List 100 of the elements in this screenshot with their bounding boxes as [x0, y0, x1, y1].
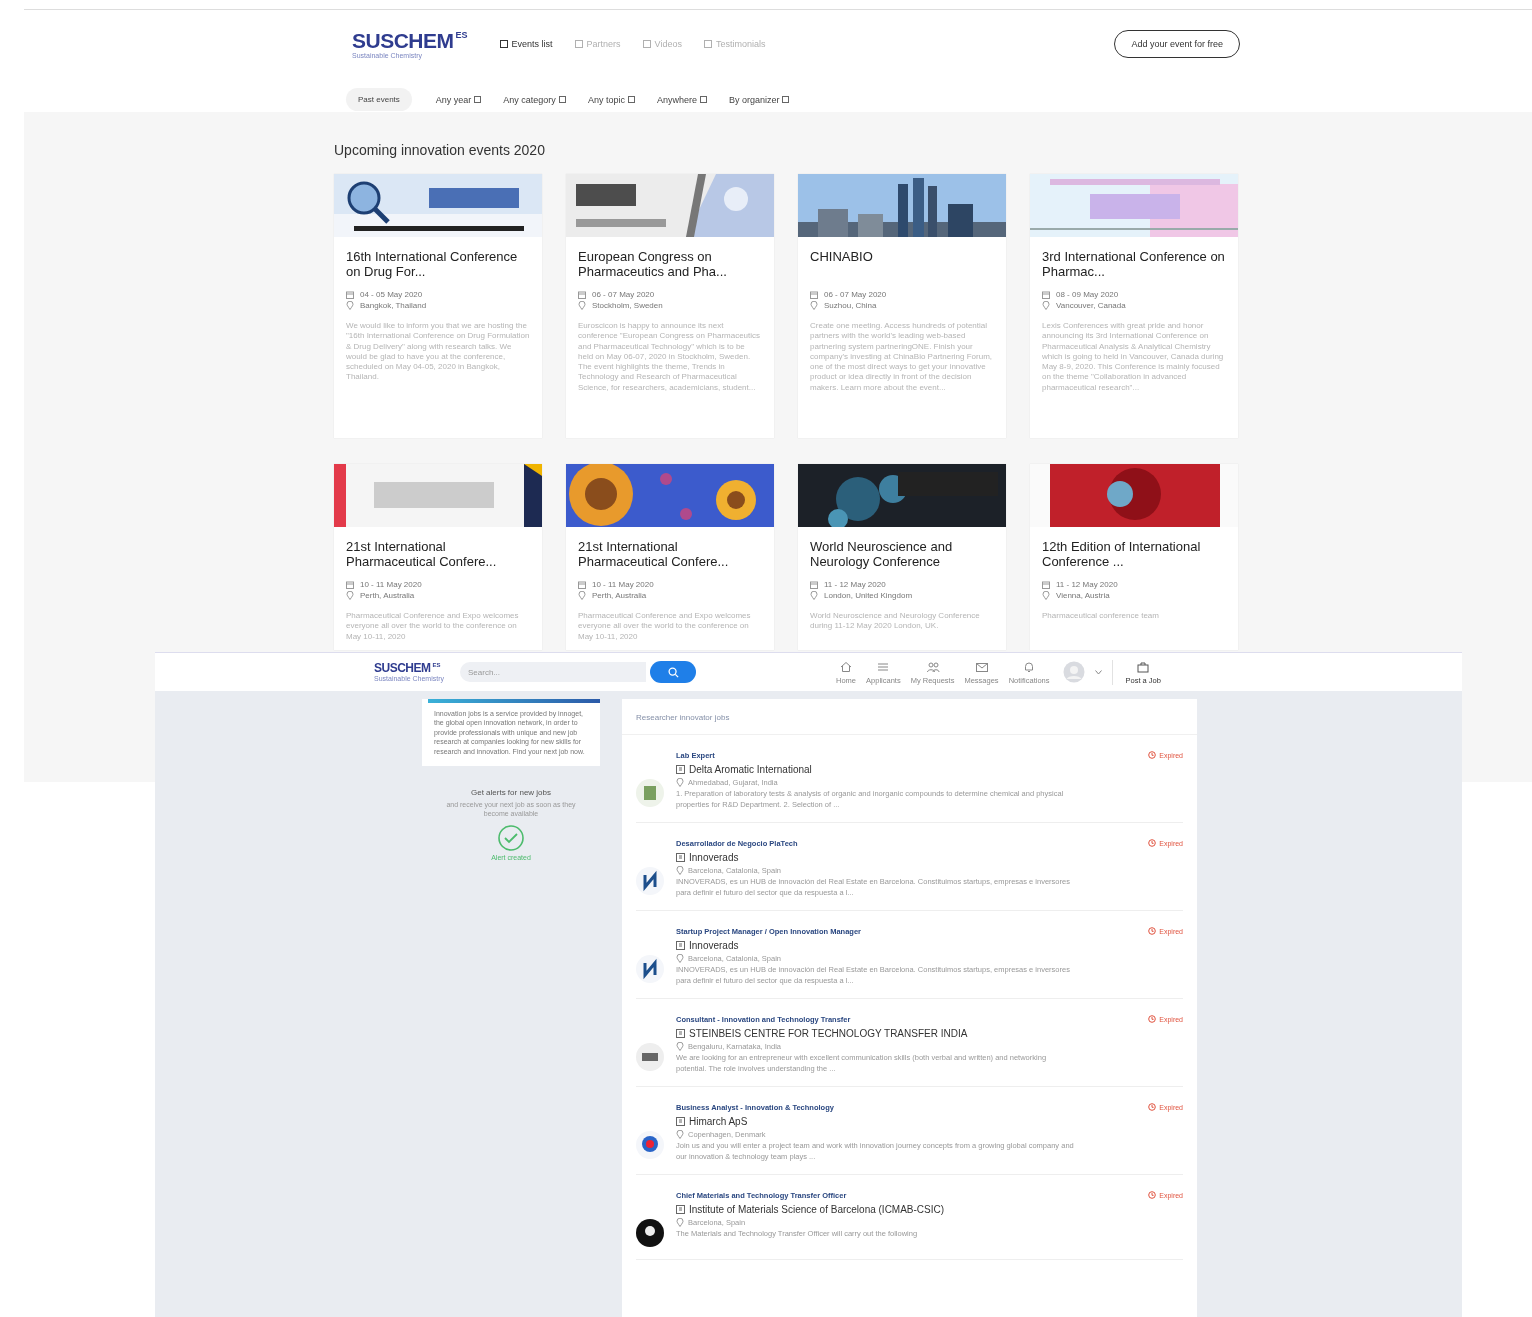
calendar-icon: [346, 580, 354, 589]
event-card[interactable]: 21st International Pharmaceutical Confere... 10 - 11 May 2020 Perth, Australia Pharmaceutical Conference and Expo welcomes everyone all over the world to the conference on May 10-11, 2020: [334, 464, 542, 650]
company-name: Institute of Materials Science of Barcelona (ICMAB-CSIC): [689, 1204, 945, 1215]
pin-icon: [1042, 591, 1050, 600]
filter-pill[interactable]: Past events: [346, 88, 412, 111]
company-name: Innoverads: [689, 852, 739, 863]
event-card[interactable]: [566, 174, 774, 438]
company-name: STEINBEIS CENTRE FOR TECHNOLOGY TRANSFER INDIA: [689, 1028, 968, 1039]
pin-icon: [346, 301, 354, 310]
event-date: 10 - 11 May 2020: [360, 579, 422, 590]
filter-dropdown[interactable]: By organizer: [728, 94, 790, 105]
check-icon: [497, 824, 525, 853]
building-icon: [676, 1029, 685, 1038]
people-icon: [925, 659, 940, 674]
calendar-icon: [1042, 290, 1050, 299]
event-location: Perth, Australia: [592, 590, 647, 601]
dropdown-icon: [474, 96, 482, 103]
company-name: Innoverads: [689, 940, 739, 951]
search-icon: [667, 666, 679, 678]
event-date: 11 - 12 May 2020: [824, 579, 886, 590]
clock-icon: [1148, 839, 1157, 847]
calendar-icon: [578, 580, 586, 589]
event-date: 11 - 12 May 2020: [1056, 579, 1118, 590]
event-title[interactable]: 21st International Pharmaceutical Confere...: [346, 539, 530, 569]
filter-dropdown[interactable]: Any year: [435, 94, 482, 105]
briefcase-icon: [1136, 659, 1151, 674]
home-icon: [839, 659, 854, 674]
pin-icon: [1042, 301, 1050, 310]
building-icon: [676, 853, 685, 862]
square-icon: [642, 40, 651, 48]
company-logo: [636, 955, 664, 983]
pin-icon: [676, 1042, 684, 1051]
event-card[interactable]: [798, 174, 1006, 438]
dropdown-icon: [558, 96, 566, 103]
company-logo: [636, 867, 664, 895]
event-title[interactable]: European Congress on Pharmaceutics and Pha...: [578, 249, 762, 279]
event-location: Perth, Australia: [360, 590, 415, 601]
nav-link[interactable]: Events list: [499, 39, 553, 49]
event-location: Vancouver, Canada: [1056, 300, 1126, 311]
event-location: London, United Kingdom: [824, 590, 913, 601]
pin-icon: [346, 591, 354, 600]
event-date: 10 - 11 May 2020: [592, 579, 654, 590]
clock-icon: [1148, 927, 1157, 935]
avatar-icon: [1063, 661, 1086, 683]
caret-icon: [1095, 669, 1103, 675]
filter-dropdown[interactable]: Anywhere: [656, 94, 707, 105]
building-icon: [676, 941, 685, 950]
search-field[interactable]: Search...: [460, 662, 647, 682]
event-card[interactable]: 21st International Pharmaceutical Confere... 10 - 11 May 2020 Perth, Australia Pharmaceutical Conference and Expo welcomes everyone all over the world to the conference on May 10-11, 2020: [566, 464, 774, 650]
square-icon: [574, 40, 583, 48]
section-heading: Upcoming innovation events 2020: [334, 142, 546, 158]
event-card[interactable]: [334, 174, 542, 438]
company-name: Himarch ApS: [689, 1116, 748, 1127]
search-button[interactable]: [650, 661, 697, 683]
clock-icon: [1148, 1015, 1157, 1023]
event-title[interactable]: 3rd International Conference on Pharmac...: [1042, 249, 1226, 279]
calendar-icon: [1042, 580, 1050, 589]
event-location: Vienna, Austria: [1056, 590, 1110, 601]
filter-dropdown[interactable]: Any category: [503, 94, 566, 105]
square-icon: [499, 40, 508, 48]
dropdown-icon: [782, 96, 790, 103]
calendar-icon: [810, 290, 818, 299]
pin-icon: [676, 1130, 684, 1139]
square-icon: [703, 40, 712, 48]
calendar-icon: [346, 290, 354, 299]
clock-icon: [1148, 1191, 1157, 1199]
company-logo: [636, 1043, 664, 1071]
clock-icon: [1148, 751, 1157, 759]
filter-dropdown[interactable]: Any topic: [587, 94, 635, 105]
company-name: Delta Aromatic International: [689, 764, 812, 775]
add-event-button[interactable]: Add your event for free: [1114, 30, 1240, 58]
event-card[interactable]: 12th Edition of International Conference ... 11 - 12 May 2020 Vienna, Austria Pharmaceutical conference team: [1030, 464, 1238, 650]
event-date: 08 - 09 May 2020: [1056, 289, 1119, 300]
event-location: Bangkok, Thailand: [360, 300, 427, 311]
event-date: 04 - 05 May 2020: [360, 289, 423, 300]
event-title[interactable]: 12th Edition of International Conference ...: [1042, 539, 1226, 569]
event-title[interactable]: World Neuroscience and Neurology Conference: [810, 539, 994, 569]
pin-icon: [810, 591, 818, 600]
event-description: Pharmaceutical conference team: [1042, 611, 1160, 622]
company-logo: [636, 779, 664, 807]
pin-icon: [810, 301, 818, 310]
pin-icon: [676, 954, 684, 963]
event-title[interactable]: CHINABIO: [810, 249, 994, 279]
building-icon: [676, 1205, 685, 1214]
event-date: 06 - 07 May 2020: [824, 289, 887, 300]
company-logo: [636, 1131, 664, 1159]
dropdown-icon: [699, 96, 707, 103]
calendar-icon: [810, 580, 818, 589]
pin-icon: [676, 866, 684, 875]
event-description: Pharmaceutical Conference and Expo welcomes everyone all over the world to the conference on May 10-11, 2020: [346, 611, 520, 642]
event-title[interactable]: 21st International Pharmaceutical Confere...: [578, 539, 762, 569]
clock-icon: [1148, 1103, 1157, 1111]
event-title[interactable]: 16th International Conference on Drug For...: [346, 249, 530, 279]
dropdown-icon: [627, 96, 635, 103]
pin-icon: [578, 591, 586, 600]
pin-icon: [578, 301, 586, 310]
pin-icon: [676, 1218, 684, 1227]
panel-title: Researcher innovator jobs: [622, 699, 1197, 735]
company-logo: [636, 1219, 664, 1247]
event-description: Pharmaceutical Conference and Expo welcomes everyone all over the world to the conference on May 10-11, 2020: [578, 611, 752, 642]
